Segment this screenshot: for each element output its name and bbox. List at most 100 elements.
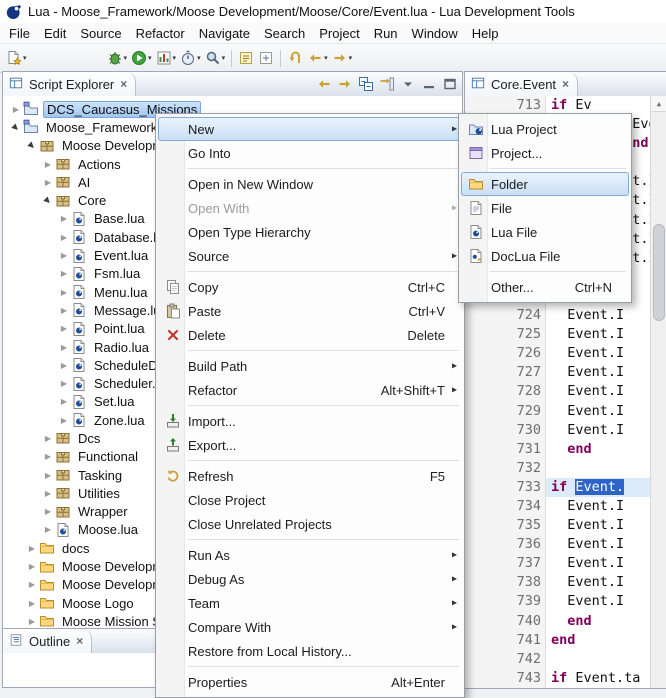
dropdown-caret-icon[interactable]: ▾ xyxy=(349,54,353,62)
code-line[interactable]: end xyxy=(546,440,650,459)
dropdown-caret-icon[interactable]: ▾ xyxy=(148,54,152,62)
menu-item-delete[interactable]: DeleteDelete xyxy=(158,323,462,347)
code-line[interactable]: Event.I xyxy=(546,363,650,382)
run-button[interactable]: ▾ xyxy=(129,46,154,71)
link-with-editor-button[interactable] xyxy=(377,75,396,94)
code-line[interactable]: Event.I xyxy=(546,421,650,440)
menu-run[interactable]: Run xyxy=(367,24,405,43)
code-line[interactable]: Event.I xyxy=(546,402,650,421)
menu-item-open-type-hierarchy[interactable]: Open Type Hierarchy xyxy=(158,220,462,244)
new-wizard-button[interactable]: ▾ xyxy=(4,46,29,71)
collapse-all-button[interactable] xyxy=(356,75,375,94)
tab-outline[interactable]: Outline × xyxy=(3,629,92,653)
code-line[interactable]: if Event.ta xyxy=(546,669,650,688)
forward-button[interactable]: ▾ xyxy=(330,46,355,71)
collapsed-arrow-icon[interactable]: ▶ xyxy=(41,489,55,498)
dropdown-caret-icon[interactable]: ▾ xyxy=(197,54,201,62)
code-line[interactable]: Event.I xyxy=(546,573,650,592)
close-icon[interactable]: × xyxy=(120,78,127,90)
menu-window[interactable]: Window xyxy=(405,24,465,43)
menu-item-import[interactable]: Import... xyxy=(158,409,462,433)
menu-item-source[interactable]: Source▸ xyxy=(158,244,462,268)
code-line[interactable]: end xyxy=(546,631,650,650)
expanded-arrow-icon[interactable]: ▶ xyxy=(40,192,56,208)
close-icon[interactable]: × xyxy=(562,78,569,90)
menu-item-open-in-new-window[interactable]: Open in New Window xyxy=(158,172,462,196)
collapsed-arrow-icon[interactable]: ▶ xyxy=(41,160,55,169)
dropdown-caret-icon[interactable]: ▾ xyxy=(173,54,177,62)
collapsed-arrow-icon[interactable]: ▶ xyxy=(41,507,55,516)
menu-source[interactable]: Source xyxy=(73,24,128,43)
collapsed-arrow-icon[interactable]: ▶ xyxy=(57,288,71,297)
collapsed-arrow-icon[interactable]: ▶ xyxy=(41,525,55,534)
menu-file[interactable]: File xyxy=(2,24,37,43)
scroll-up-icon[interactable]: ▲ xyxy=(651,96,666,112)
code-line[interactable]: Event.I xyxy=(546,516,650,535)
back-button[interactable] xyxy=(314,75,333,94)
last-edit-location-button[interactable] xyxy=(285,46,305,71)
menu-item-paste[interactable]: PasteCtrl+V xyxy=(158,299,462,323)
menu-item-new[interactable]: New▸ xyxy=(158,117,462,141)
code-line[interactable]: Event.I xyxy=(546,382,650,401)
coverage-button[interactable]: ▾ xyxy=(154,46,179,71)
collapsed-arrow-icon[interactable]: ▶ xyxy=(57,214,71,223)
code-line[interactable]: Event.I xyxy=(546,535,650,554)
dropdown-caret-icon[interactable]: ▾ xyxy=(23,54,27,62)
collapsed-arrow-icon[interactable]: ▶ xyxy=(57,324,71,333)
vertical-scrollbar[interactable]: ▲ xyxy=(650,96,666,688)
menu-item-debug-as[interactable]: Debug As▸ xyxy=(158,567,462,591)
collapsed-arrow-icon[interactable]: ▶ xyxy=(57,416,71,425)
collapsed-arrow-icon[interactable]: ▶ xyxy=(41,434,55,443)
menu-search[interactable]: Search xyxy=(257,24,312,43)
submenu-item-folder[interactable]: Folder xyxy=(461,172,629,196)
dropdown-caret-icon[interactable]: ▾ xyxy=(124,54,128,62)
code-line[interactable]: Event.I xyxy=(546,306,650,325)
menu-item-go-into[interactable]: Go Into xyxy=(158,141,462,165)
menu-item-refresh[interactable]: RefreshF5 xyxy=(158,464,462,488)
menu-item-compare-with[interactable]: Compare With▸ xyxy=(158,615,462,639)
submenu-item-doclua-file[interactable]: DocLua File xyxy=(461,244,629,268)
submenu-item-other[interactable]: Other...Ctrl+N xyxy=(461,275,629,299)
forward-button[interactable] xyxy=(335,75,354,94)
menu-item-open-with[interactable]: Open With▸ xyxy=(158,196,462,220)
scrollbar-thumb[interactable] xyxy=(653,224,665,321)
menu-item-build-path[interactable]: Build Path▸ xyxy=(158,354,462,378)
collapsed-arrow-icon[interactable]: ▶ xyxy=(57,251,71,260)
collapsed-arrow-icon[interactable]: ▶ xyxy=(25,599,39,608)
debug-button[interactable]: ▾ xyxy=(105,46,130,71)
collapsed-arrow-icon[interactable]: ▶ xyxy=(25,562,39,571)
menu-item-export[interactable]: Export... xyxy=(158,433,462,457)
code-line[interactable]: if Event. xyxy=(546,478,650,497)
expanded-arrow-icon[interactable]: ▶ xyxy=(24,138,40,154)
menu-help[interactable]: Help xyxy=(465,24,506,43)
menu-edit[interactable]: Edit xyxy=(37,24,73,43)
collapsed-arrow-icon[interactable]: ▶ xyxy=(25,544,39,553)
minimize-button[interactable] xyxy=(419,75,438,94)
menu-refactor[interactable]: Refactor xyxy=(129,24,192,43)
tab-core-event[interactable]: Core.Event × xyxy=(465,72,578,96)
dropdown-caret-icon[interactable]: ▾ xyxy=(222,54,226,62)
collapsed-arrow-icon[interactable]: ▶ xyxy=(25,580,39,589)
menu-item-refactor[interactable]: RefactorAlt+Shift+T▸ xyxy=(158,378,462,402)
dropdown-caret-icon[interactable]: ▾ xyxy=(324,54,328,62)
menu-item-close-unrelated-projects[interactable]: Close Unrelated Projects xyxy=(158,512,462,536)
collapsed-arrow-icon[interactable]: ▶ xyxy=(57,233,71,242)
submenu-item-file[interactable]: File xyxy=(461,196,629,220)
code-line[interactable]: Event.I xyxy=(546,325,650,344)
collapsed-arrow-icon[interactable]: ▶ xyxy=(57,379,71,388)
collapsed-arrow-icon[interactable]: ▶ xyxy=(57,361,71,370)
back-button[interactable]: ▾ xyxy=(305,46,330,71)
collapsed-arrow-icon[interactable]: ▶ xyxy=(41,471,55,480)
toggle-mark-occurrences-button[interactable] xyxy=(236,46,256,71)
menu-item-close-project[interactable]: Close Project xyxy=(158,488,462,512)
code-line[interactable] xyxy=(546,650,650,669)
submenu-item-project[interactable]: Project... xyxy=(461,141,629,165)
collapsed-arrow-icon[interactable]: ▶ xyxy=(57,343,71,352)
toggle-whitespace-button[interactable] xyxy=(256,46,276,71)
menu-item-properties[interactable]: PropertiesAlt+Enter xyxy=(158,670,462,694)
menu-item-run-as[interactable]: Run As▸ xyxy=(158,543,462,567)
code-line[interactable]: Event.I xyxy=(546,592,650,611)
maximize-button[interactable] xyxy=(440,75,459,94)
collapsed-arrow-icon[interactable]: ▶ xyxy=(25,617,39,626)
collapsed-arrow-icon[interactable]: ▶ xyxy=(57,269,71,278)
